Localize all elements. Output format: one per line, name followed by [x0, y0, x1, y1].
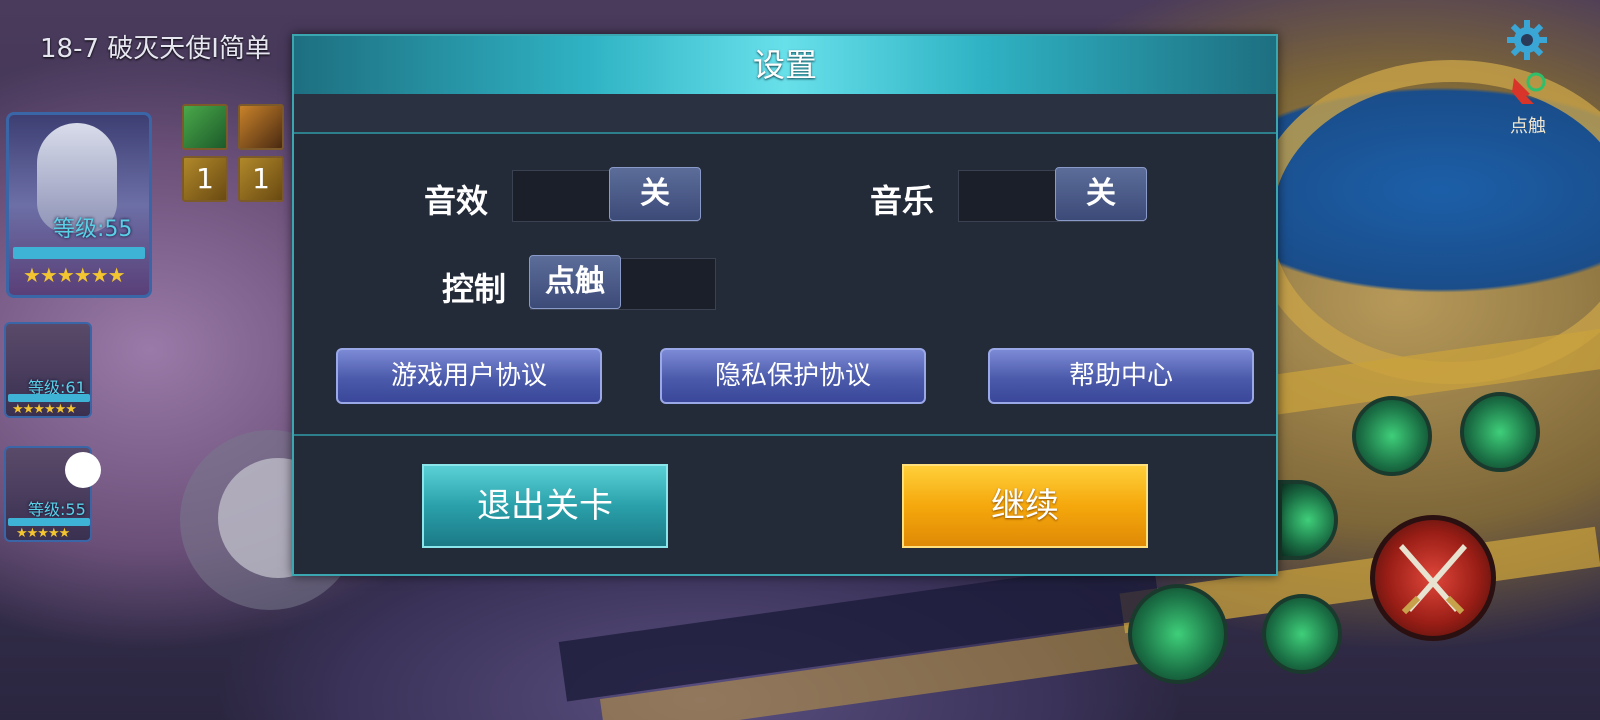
skill-button-summon[interactable]	[1128, 584, 1228, 684]
dialog-header: 设置	[294, 36, 1276, 94]
control-label: 控制	[442, 270, 507, 308]
skill-button-beam[interactable]	[1460, 392, 1540, 472]
stage-title: 18-7 破灭天使I简单	[40, 34, 271, 64]
hand-pointer-icon	[1512, 72, 1546, 104]
sound-effect-toggle-knob[interactable]: 关	[609, 167, 701, 221]
gear-icon[interactable]	[1505, 18, 1549, 62]
continue-button[interactable]: 继续	[902, 464, 1148, 548]
settings-dialog: 设置 音效 关 音乐 关 控制 点触 游戏用户协议 隐私保护协议 帮助中心 退出…	[292, 34, 1278, 576]
hero-level-label: 等级:55	[53, 217, 133, 242]
divider	[294, 434, 1276, 436]
touch-mode-hint[interactable]: 点触	[1502, 72, 1554, 138]
skill-button-pillar[interactable]	[1262, 594, 1342, 674]
buff-icon	[182, 104, 228, 150]
help-center-button[interactable]: 帮助中心	[988, 348, 1254, 404]
sound-effect-label: 音效	[424, 182, 489, 220]
exit-stage-button[interactable]: 退出关卡	[422, 464, 668, 548]
music-label: 音乐	[870, 182, 935, 220]
main-hero-portrait[interactable]: 等级:55 ★★★★★★	[6, 112, 152, 298]
hero-hp-bar	[8, 394, 90, 402]
item-count: 1	[196, 162, 214, 195]
hero-hp-bar	[13, 247, 145, 259]
user-agreement-button[interactable]: 游戏用户协议	[336, 348, 602, 404]
control-toggle-knob[interactable]: 点触	[529, 255, 621, 309]
sound-effect-toggle[interactable]: 关	[512, 167, 701, 222]
item-slot-2[interactable]: 1	[238, 156, 284, 202]
hero-stars: ★★★★★	[16, 526, 70, 541]
touch-hint-label: 点触	[1510, 116, 1546, 137]
hero-portrait-2[interactable]: 等级:61 ★★★★★★	[4, 322, 92, 418]
music-toggle-knob[interactable]: 关	[1055, 167, 1147, 221]
crossed-swords-icon	[1399, 544, 1467, 615]
hero-stars: ★★★★★★	[23, 263, 126, 287]
control-toggle[interactable]: 点触	[529, 255, 716, 310]
dialog-title: 设置	[752, 46, 817, 84]
header-band	[294, 94, 1276, 132]
hero-level-label: 等级:55	[28, 500, 86, 519]
divider	[294, 132, 1276, 134]
hero-hp-bar	[8, 518, 90, 526]
touch-indicator-dot	[65, 452, 101, 488]
weapon-icon	[238, 104, 284, 150]
music-toggle[interactable]: 关	[958, 167, 1147, 222]
skill-button-orbit[interactable]	[1352, 396, 1432, 476]
item-slot-1[interactable]: 1	[182, 156, 228, 202]
hero-stars: ★★★★★★	[12, 402, 77, 417]
privacy-agreement-button[interactable]: 隐私保护协议	[660, 348, 926, 404]
item-count: 1	[252, 162, 270, 195]
attack-button[interactable]	[1370, 515, 1496, 641]
